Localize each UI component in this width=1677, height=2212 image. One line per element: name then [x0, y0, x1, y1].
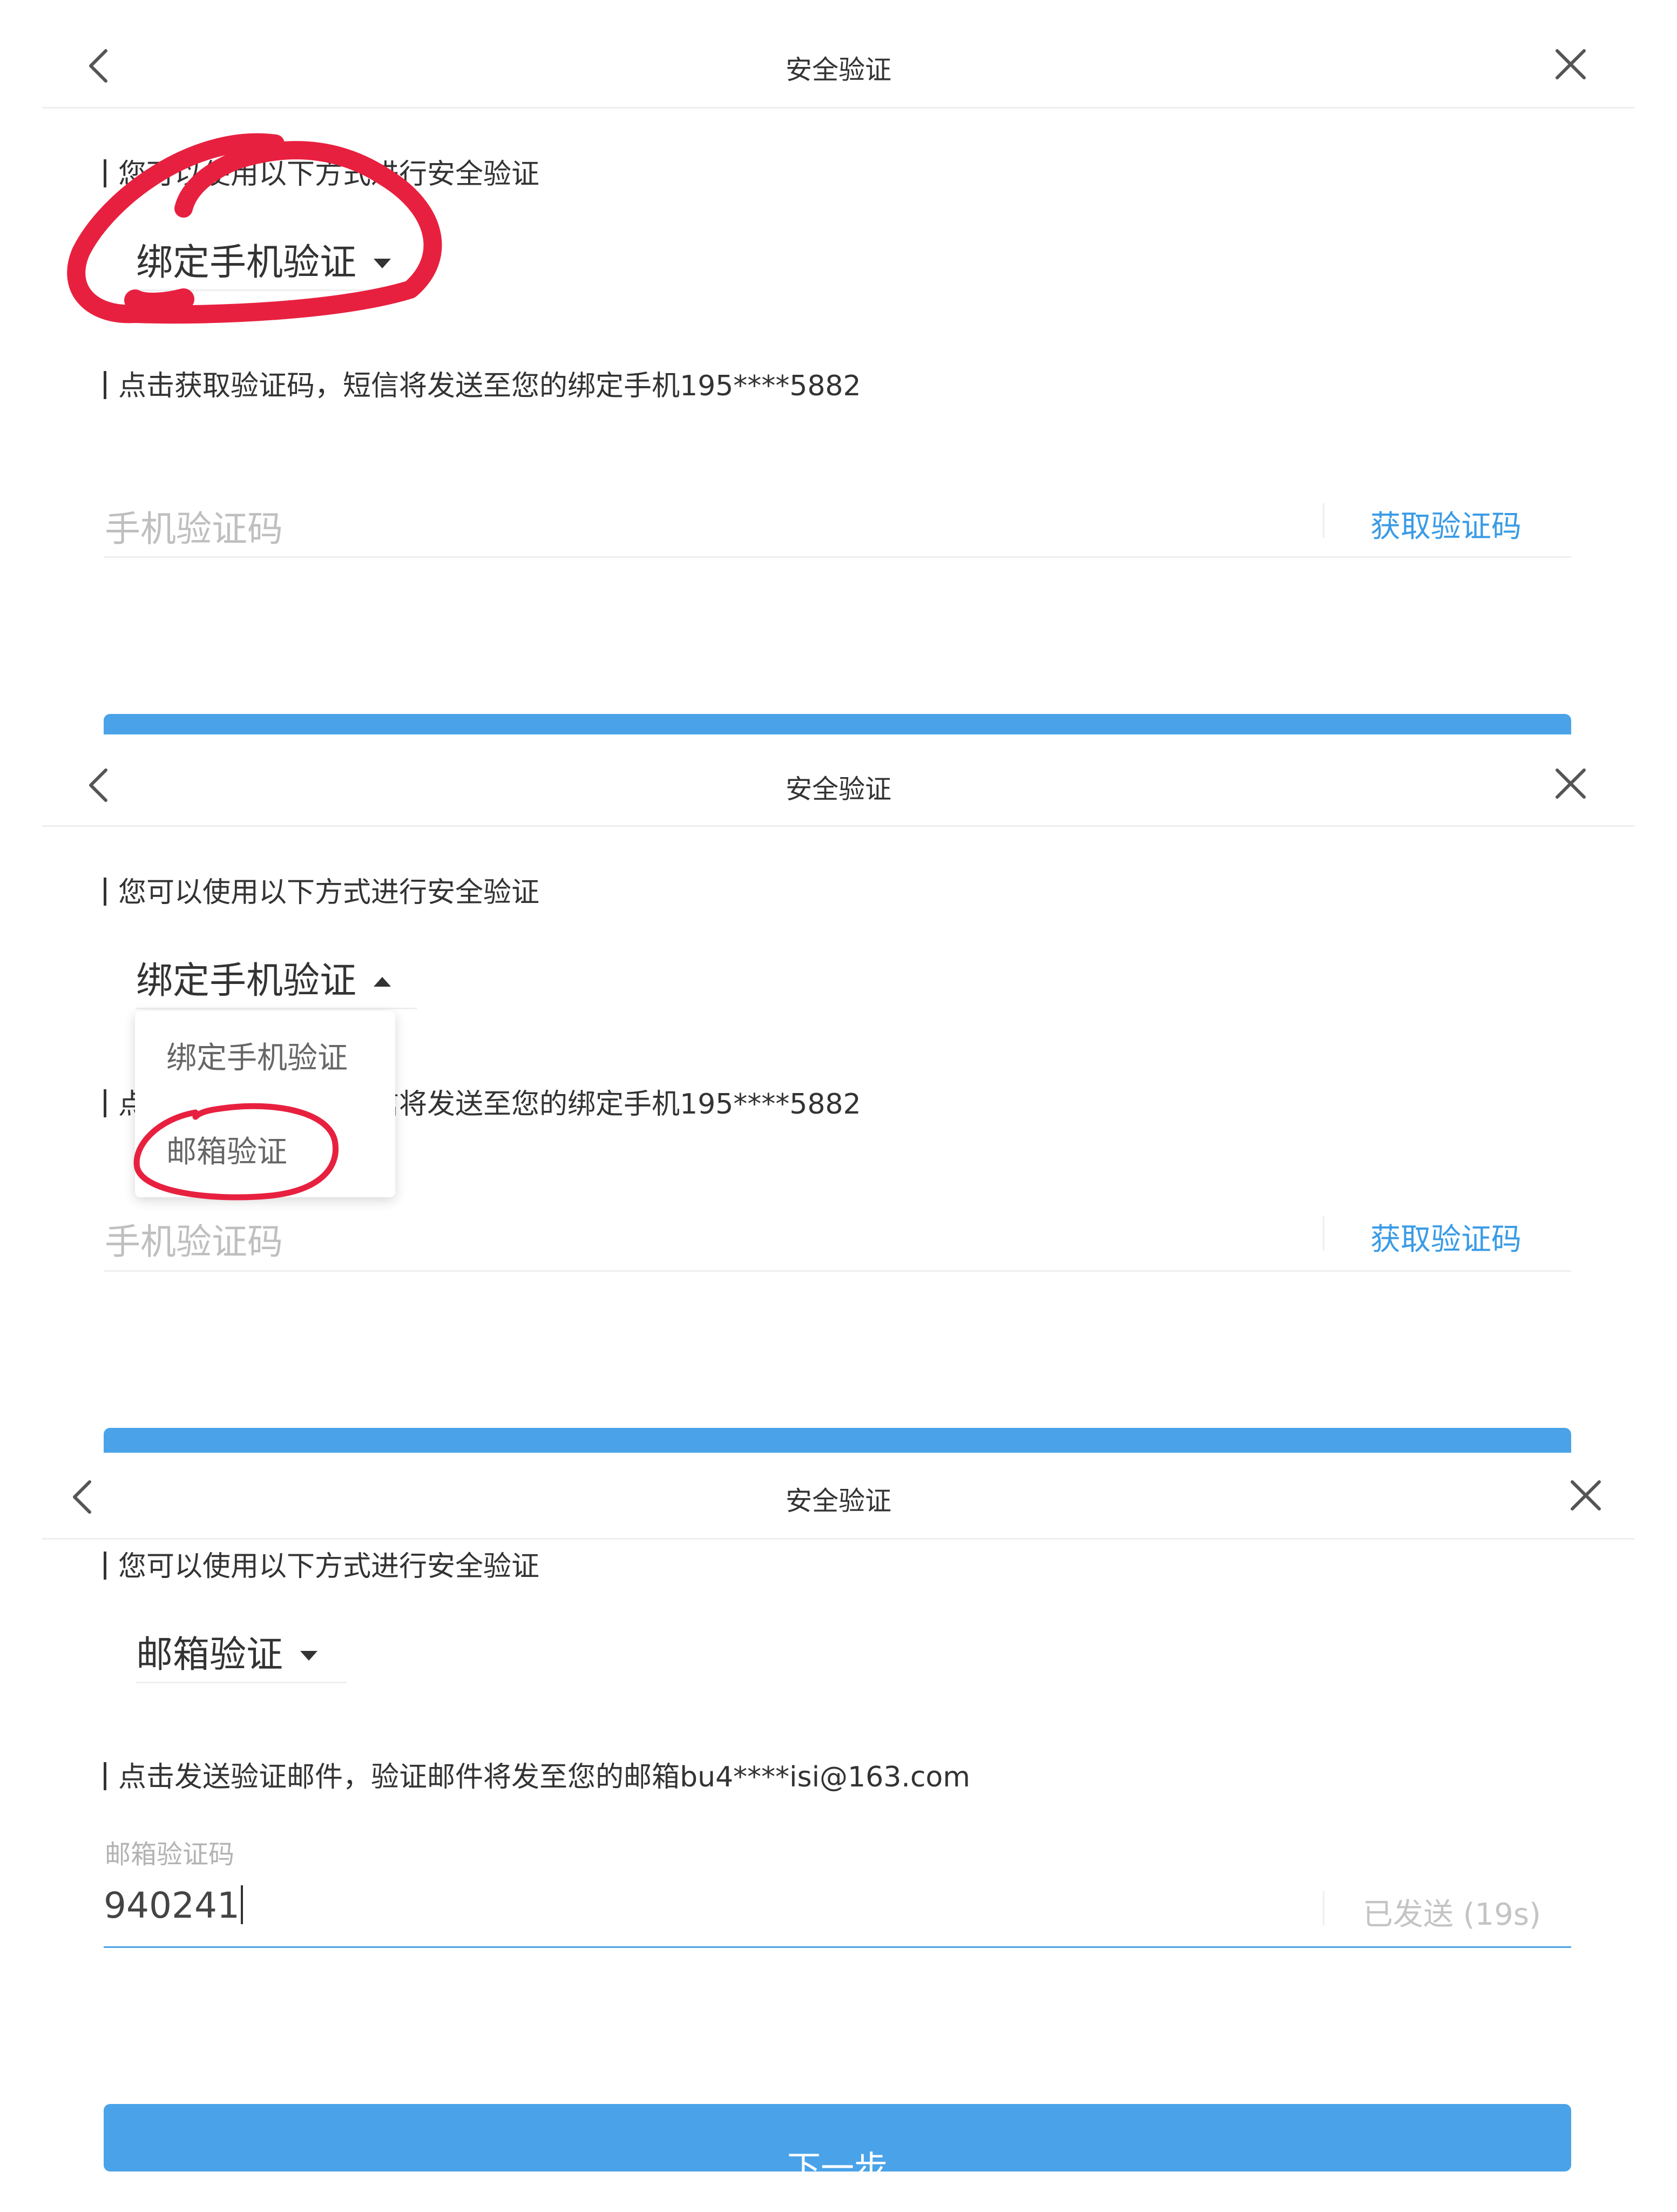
page-title: 安全验证	[785, 55, 891, 85]
header-divider	[42, 107, 1635, 109]
hint-label: 点击获取验证码，短信将发送至您的绑定手机195****5882	[104, 363, 861, 403]
method-label: 邮箱验证	[136, 1634, 283, 1676]
select-underline	[136, 1682, 347, 1683]
verification-method-select[interactable]: 绑定手机验证	[136, 950, 392, 1004]
page-title: 安全验证	[785, 774, 891, 805]
sms-code-input[interactable]: 手机验证码	[105, 1213, 283, 1265]
close-icon[interactable]	[1555, 768, 1586, 799]
input-underline	[104, 556, 1571, 558]
field-separator	[1323, 503, 1324, 538]
screen-phone-verification: 安全验证 您可以使用以下方式进行安全验证 绑定手机验证 点击获取验证码，短信将发…	[0, 0, 1677, 734]
email-code-input[interactable]: 940241	[104, 1885, 1291, 1939]
get-code-button[interactable]: 获取验证码	[1370, 502, 1522, 546]
next-button[interactable]	[104, 714, 1571, 734]
intro-label: 您可以使用以下方式进行安全验证	[104, 151, 539, 192]
email-code-label: 邮箱验证码	[105, 1839, 235, 1870]
hint-label: 点击发送验证邮件，验证邮件将发至您的邮箱bu4****isi@163.com	[104, 1754, 970, 1795]
next-button[interactable]: 下一步	[104, 2104, 1571, 2171]
verification-method-select[interactable]: 邮箱验证	[136, 1624, 319, 1678]
resend-countdown: 已发送 (19s)	[1363, 1897, 1541, 1932]
get-code-button[interactable]: 获取验证码	[1370, 1215, 1522, 1259]
method-dropdown-menu: 绑定手机验证 邮箱验证	[135, 1011, 395, 1197]
intro-label: 您可以使用以下方式进行安全验证	[104, 869, 539, 910]
page-title: 安全验证	[785, 1486, 891, 1516]
screen-email-verification: 安全验证 您可以使用以下方式进行安全验证 邮箱验证 点击发送验证邮件，验证邮件将…	[0, 1453, 1677, 2212]
next-button[interactable]	[104, 1428, 1571, 1453]
method-label: 绑定手机验证	[136, 241, 357, 284]
select-underline	[136, 289, 417, 291]
header-divider	[42, 825, 1635, 827]
caret-down-icon	[373, 236, 392, 279]
close-icon[interactable]	[1555, 49, 1586, 80]
next-button-label: 下一步	[787, 2148, 888, 2171]
method-label: 绑定手机验证	[136, 960, 357, 1002]
input-underline	[104, 1270, 1571, 1272]
header-divider	[42, 1538, 1635, 1540]
select-underline	[136, 1008, 417, 1009]
intro-label: 您可以使用以下方式进行安全验证	[104, 1543, 539, 1584]
email-code-value: 940241	[104, 1885, 240, 1926]
text-cursor	[240, 1885, 243, 1924]
caret-up-icon	[373, 954, 392, 997]
verification-method-select[interactable]: 绑定手机验证	[136, 232, 392, 286]
dropdown-option-phone[interactable]: 绑定手机验证	[166, 1034, 348, 1077]
input-underline-active	[104, 1946, 1571, 1948]
dropdown-option-email[interactable]: 邮箱验证	[166, 1128, 287, 1171]
close-icon[interactable]	[1570, 1480, 1601, 1511]
field-separator	[1323, 1891, 1324, 1926]
caret-down-icon	[299, 1628, 319, 1671]
sms-code-input[interactable]: 手机验证码	[105, 500, 283, 552]
field-separator	[1323, 1216, 1324, 1251]
